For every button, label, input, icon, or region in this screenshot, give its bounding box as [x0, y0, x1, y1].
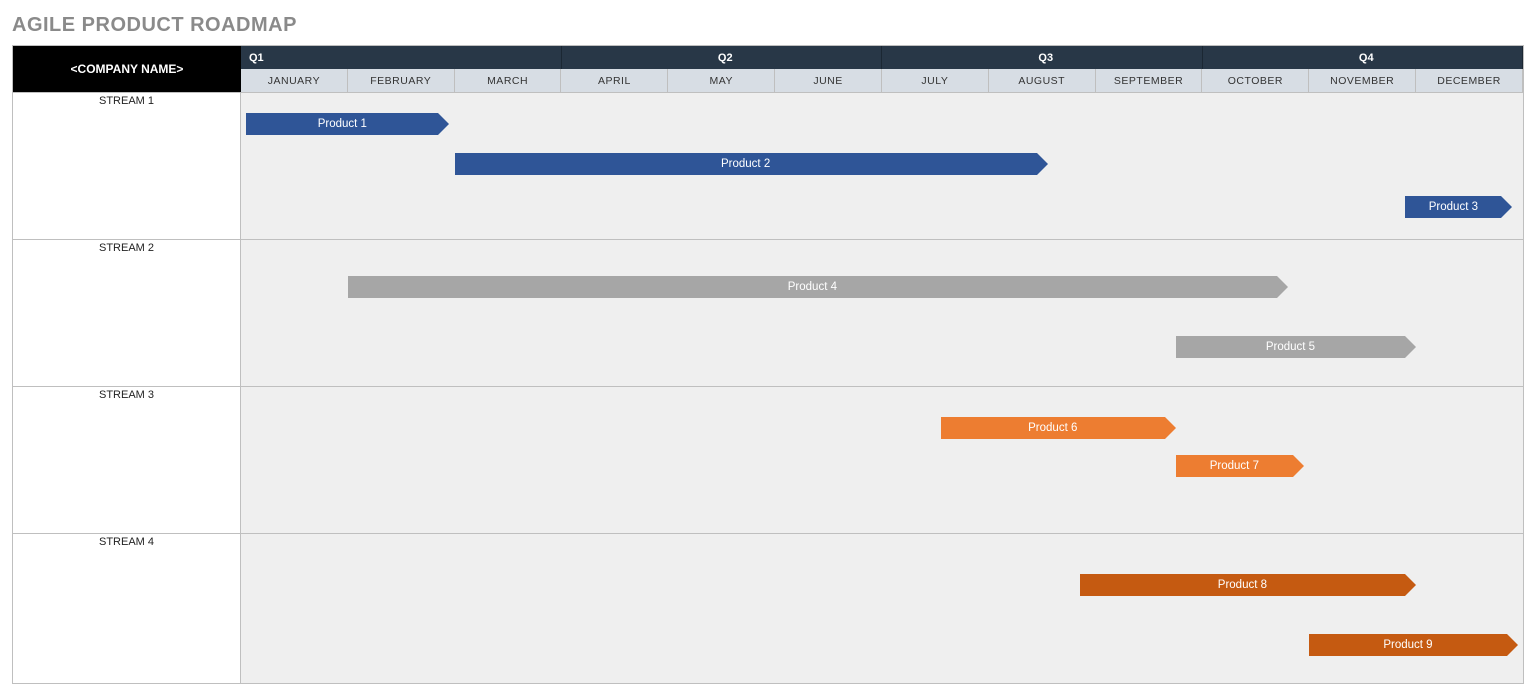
gantt-bar: Product 3 [1405, 196, 1501, 218]
stream-row: STREAM 1 Product 1 Product 2 Product 3 [13, 92, 1523, 239]
stream-body: Product 6 Product 7 [241, 387, 1523, 533]
month-cell: JULY [882, 69, 989, 92]
stream-body: Product 4 Product 5 [241, 240, 1523, 386]
gantt-bar-label: Product 5 [1266, 341, 1315, 353]
month-label: SEPTEMBER [1114, 75, 1183, 87]
month-cell: AUGUST [989, 69, 1096, 92]
gantt-bar-label: Product 6 [1028, 422, 1077, 434]
gantt-bar: Product 2 [455, 153, 1037, 175]
gantt-bar: Product 6 [941, 417, 1165, 439]
stream-label: STREAM 1 [13, 93, 241, 239]
gantt-bar-label: Product 2 [721, 158, 770, 170]
month-label: JULY [921, 75, 948, 87]
month-label: MARCH [487, 75, 528, 87]
month-label: DECEMBER [1437, 75, 1501, 87]
quarter-cell: Q2 [562, 46, 883, 69]
month-label: FEBRUARY [370, 75, 431, 87]
gantt-bar: Product 5 [1176, 336, 1405, 358]
company-name-cell-2 [13, 69, 241, 92]
quarter-cell: Q1 [241, 46, 562, 69]
stream-label: STREAM 3 [13, 387, 241, 533]
gantt-bar: Product 7 [1176, 455, 1293, 477]
quarter-label: Q2 [718, 52, 733, 64]
month-label: APRIL [598, 75, 631, 87]
quarter-label: Q1 [249, 52, 264, 64]
month-cell: FEBRUARY [348, 69, 455, 92]
stream-body: Product 8 Product 9 [241, 534, 1523, 683]
month-cell: JANUARY [241, 69, 348, 92]
stream-label: STREAM 4 [13, 534, 241, 683]
gantt-bar-label: Product 8 [1218, 579, 1267, 591]
month-cell: APRIL [561, 69, 668, 92]
company-name-cell [13, 46, 241, 69]
month-label: OCTOBER [1228, 75, 1283, 87]
month-cell: MARCH [455, 69, 562, 92]
gantt-bar: Product 1 [246, 113, 438, 135]
month-label: MAY [709, 75, 732, 87]
stream-body: Product 1 Product 2 Product 3 [241, 93, 1523, 239]
quarter-label: Q4 [1359, 52, 1374, 64]
gantt-bar: Product 8 [1080, 574, 1406, 596]
gantt-bar: Product 9 [1309, 634, 1506, 656]
quarter-cell: Q4 [1203, 46, 1524, 69]
gantt-bar: Product 4 [348, 276, 1277, 298]
stream-row: STREAM 2 Product 4 Product 5 [13, 239, 1523, 386]
gantt-bar-label: Product 9 [1383, 639, 1432, 651]
gantt-bar-label: Product 1 [318, 118, 367, 130]
gantt-bar-label: Product 4 [788, 281, 837, 293]
page-title: AGILE PRODUCT ROADMAP [12, 14, 1528, 37]
month-cell: OCTOBER [1202, 69, 1309, 92]
stream-row: STREAM 4 Product 8 Product 9 [13, 533, 1523, 683]
gantt-bar-label: Product 3 [1429, 201, 1478, 213]
month-cell: DECEMBER [1416, 69, 1523, 92]
month-cell: JUNE [775, 69, 882, 92]
month-label: NOVEMBER [1330, 75, 1394, 87]
gantt-bar-label: Product 7 [1210, 460, 1259, 472]
month-cell: NOVEMBER [1309, 69, 1416, 92]
stream-label: STREAM 2 [13, 240, 241, 386]
roadmap-chart: Q1 Q2 Q3 Q4 JANUARY FEBRUARY MARCH APRIL MAY JUN… [12, 45, 1524, 684]
month-cell: SEPTEMBER [1096, 69, 1203, 92]
month-cell: MAY [668, 69, 775, 92]
stream-row: STREAM 3 Product 6 Product 7 [13, 386, 1523, 533]
quarter-cell: Q3 [882, 46, 1203, 69]
month-label: JANUARY [268, 75, 320, 87]
quarter-label: Q3 [1038, 52, 1053, 64]
month-row: JANUARY FEBRUARY MARCH APRIL MAY JUNE JULY AUGU… [13, 69, 1523, 92]
month-label: JUNE [813, 75, 842, 87]
quarter-row: Q1 Q2 Q3 Q4 [13, 46, 1523, 69]
month-label: AUGUST [1018, 75, 1065, 87]
